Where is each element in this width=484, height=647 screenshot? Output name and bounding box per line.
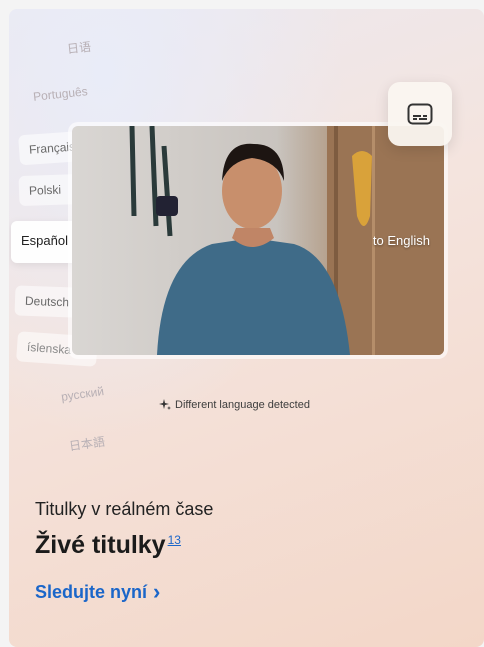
language-label: Polski: [28, 182, 62, 198]
closed-captions-icon: [407, 103, 433, 125]
language-chip: русский: [49, 375, 116, 413]
language-label: Português: [32, 84, 89, 104]
language-label: 日本語: [68, 434, 106, 454]
language-detected-label: Different language detected: [159, 399, 310, 411]
language-chip: 日语: [55, 29, 102, 66]
captions-button[interactable]: [388, 82, 452, 146]
sparkle-icon: [159, 399, 171, 410]
watch-now-link[interactable]: Sledujte nyní ›: [35, 579, 160, 605]
watch-now-label: Sledujte nyní: [35, 581, 148, 602]
video-caption: to English: [372, 233, 430, 248]
language-label: Deutsch: [24, 293, 70, 310]
language-chip: Português: [22, 75, 99, 113]
card-title-text: Živé titulky: [35, 531, 166, 559]
video-preview: to English: [72, 126, 444, 355]
language-label: Español: [21, 233, 68, 248]
language-label: íslenska: [26, 339, 72, 357]
card-title: Živé titulky 13: [35, 531, 181, 560]
live-captions-card[interactable]: 日语 Português Français Polski Español Deu…: [9, 9, 484, 647]
chevron-right-icon: ›: [153, 579, 161, 604]
footnote-link[interactable]: 13: [168, 533, 181, 547]
language-chip: 日本語: [57, 423, 117, 463]
card-subtitle: Titulky v reálném čase: [35, 499, 214, 519]
language-label: русский: [60, 384, 105, 404]
detected-text: Different language detected: [175, 399, 310, 411]
language-label: 日语: [66, 39, 92, 57]
language-label: Français: [28, 139, 76, 157]
